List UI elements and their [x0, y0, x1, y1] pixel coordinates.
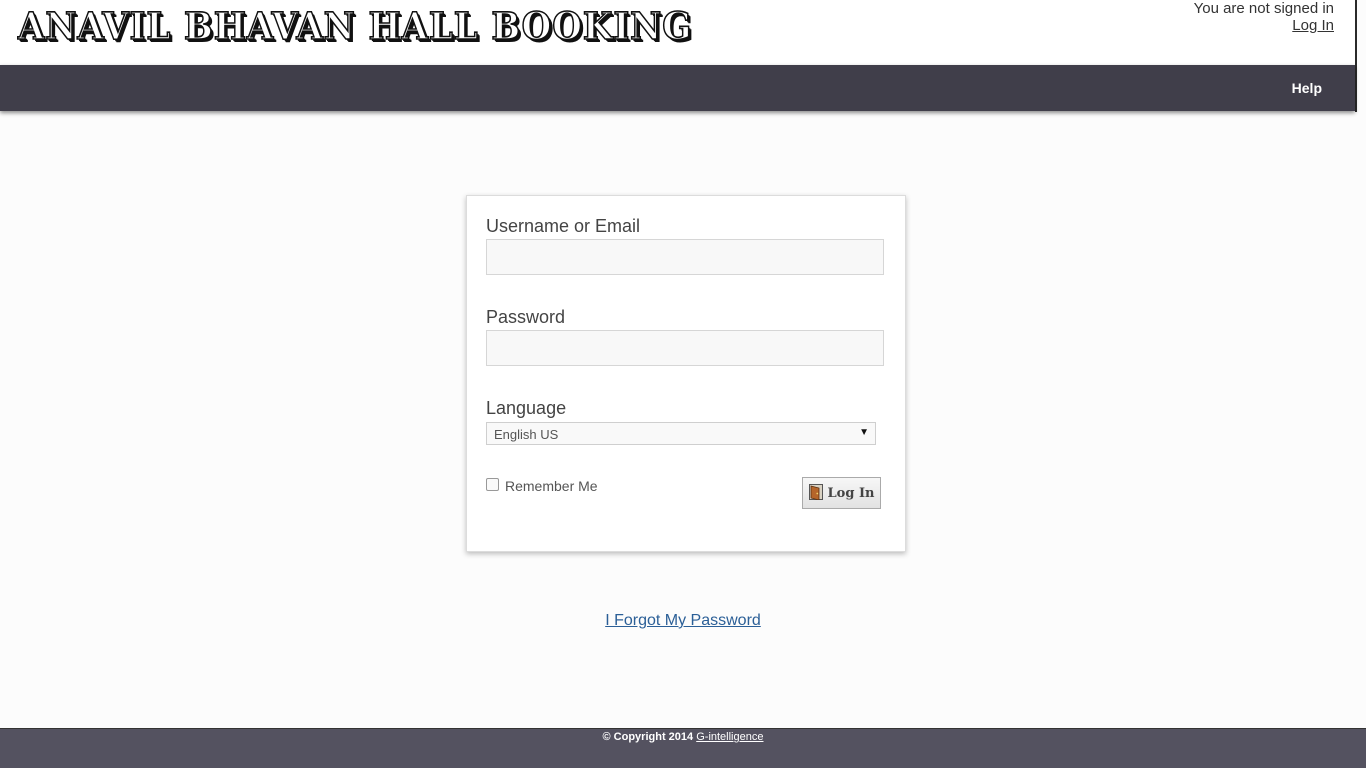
login-button-label: Log In: [827, 485, 875, 501]
forgot-password-link[interactable]: I Forgot My Password: [605, 612, 761, 629]
header-login-link[interactable]: Log In: [1292, 17, 1334, 34]
window-edge: [1355, 0, 1357, 112]
footer-company-link[interactable]: G-intelligence: [696, 731, 763, 743]
signin-status: You are not signed in Log In: [1194, 0, 1334, 34]
door-icon: [808, 483, 823, 500]
username-input[interactable]: [486, 239, 884, 275]
footer: © Copyright 2014 G-intelligence: [0, 728, 1366, 768]
banner-title: ANAVIL BHAVAN HALL BOOKING: [17, 3, 693, 49]
username-label: Username or Email: [486, 216, 641, 236]
login-form: Username or Email Password Language Engl…: [466, 195, 906, 552]
remember-me-checkbox[interactable]: [486, 477, 499, 491]
password-label: Password: [486, 307, 566, 327]
login-button[interactable]: Log In: [802, 477, 881, 509]
dropdown-arrow-icon: ▼: [859, 427, 869, 438]
header: ANAVIL BHAVAN HALL BOOKING You are not s…: [0, 0, 1355, 65]
language-selected-value: English US: [494, 427, 559, 442]
navbar: Help: [0, 65, 1355, 111]
language-label: Language: [486, 398, 567, 418]
password-input[interactable]: [486, 330, 884, 366]
nav-help-link[interactable]: Help: [1292, 80, 1322, 96]
remember-me: Remember Me: [486, 477, 598, 494]
remember-me-label: Remember Me: [505, 478, 598, 494]
forgot-password: I Forgot My Password: [0, 612, 1366, 630]
footer-copyright: © Copyright 2014: [602, 731, 694, 743]
language-select[interactable]: English US ▼: [486, 422, 876, 445]
signin-status-text: You are not signed in: [1193, 0, 1334, 17]
